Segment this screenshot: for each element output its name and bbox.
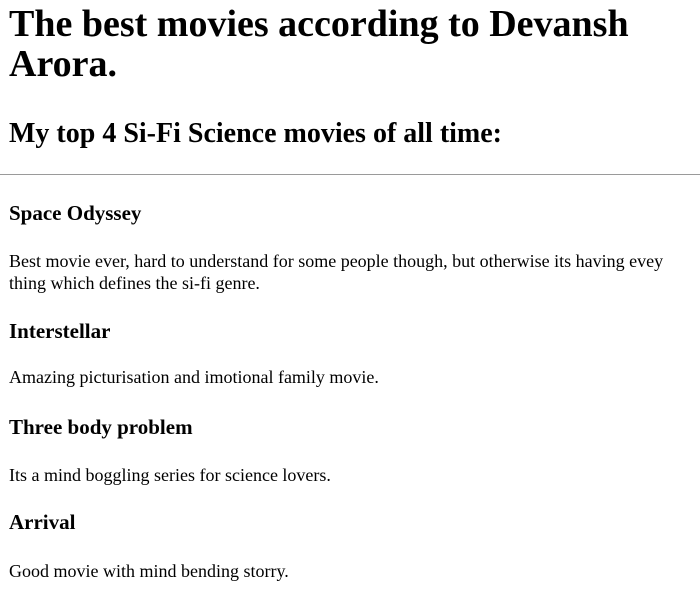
divider	[0, 174, 700, 175]
movie-description: Best movie ever, hard to understand for …	[9, 251, 664, 293]
movie-title: Arrival	[9, 510, 76, 534]
movie-entry: Arrival Good movie with mind bending sto…	[9, 510, 700, 582]
movie-entry: Interstellar Amazing picturisation and i…	[9, 319, 700, 388]
movie-title: Space Odyssey	[9, 201, 142, 225]
page-title: The best movies according to Devansh Aro…	[9, 3, 629, 85]
movie-description: Good movie with mind bending storry.	[9, 561, 289, 581]
movie-entry: Space Odyssey Best movie ever, hard to u…	[9, 201, 700, 294]
movie-description: Amazing picturisation and imotional fami…	[9, 367, 379, 387]
movie-title: Three body problem	[9, 415, 193, 439]
movie-title: Interstellar	[9, 319, 111, 343]
page-subtitle: My top 4 Si-Fi Science movies of all tim…	[9, 118, 503, 149]
movie-entry: Three body problem Its a mind boggling s…	[9, 415, 700, 486]
movie-description: Its a mind boggling series for science l…	[9, 465, 331, 485]
